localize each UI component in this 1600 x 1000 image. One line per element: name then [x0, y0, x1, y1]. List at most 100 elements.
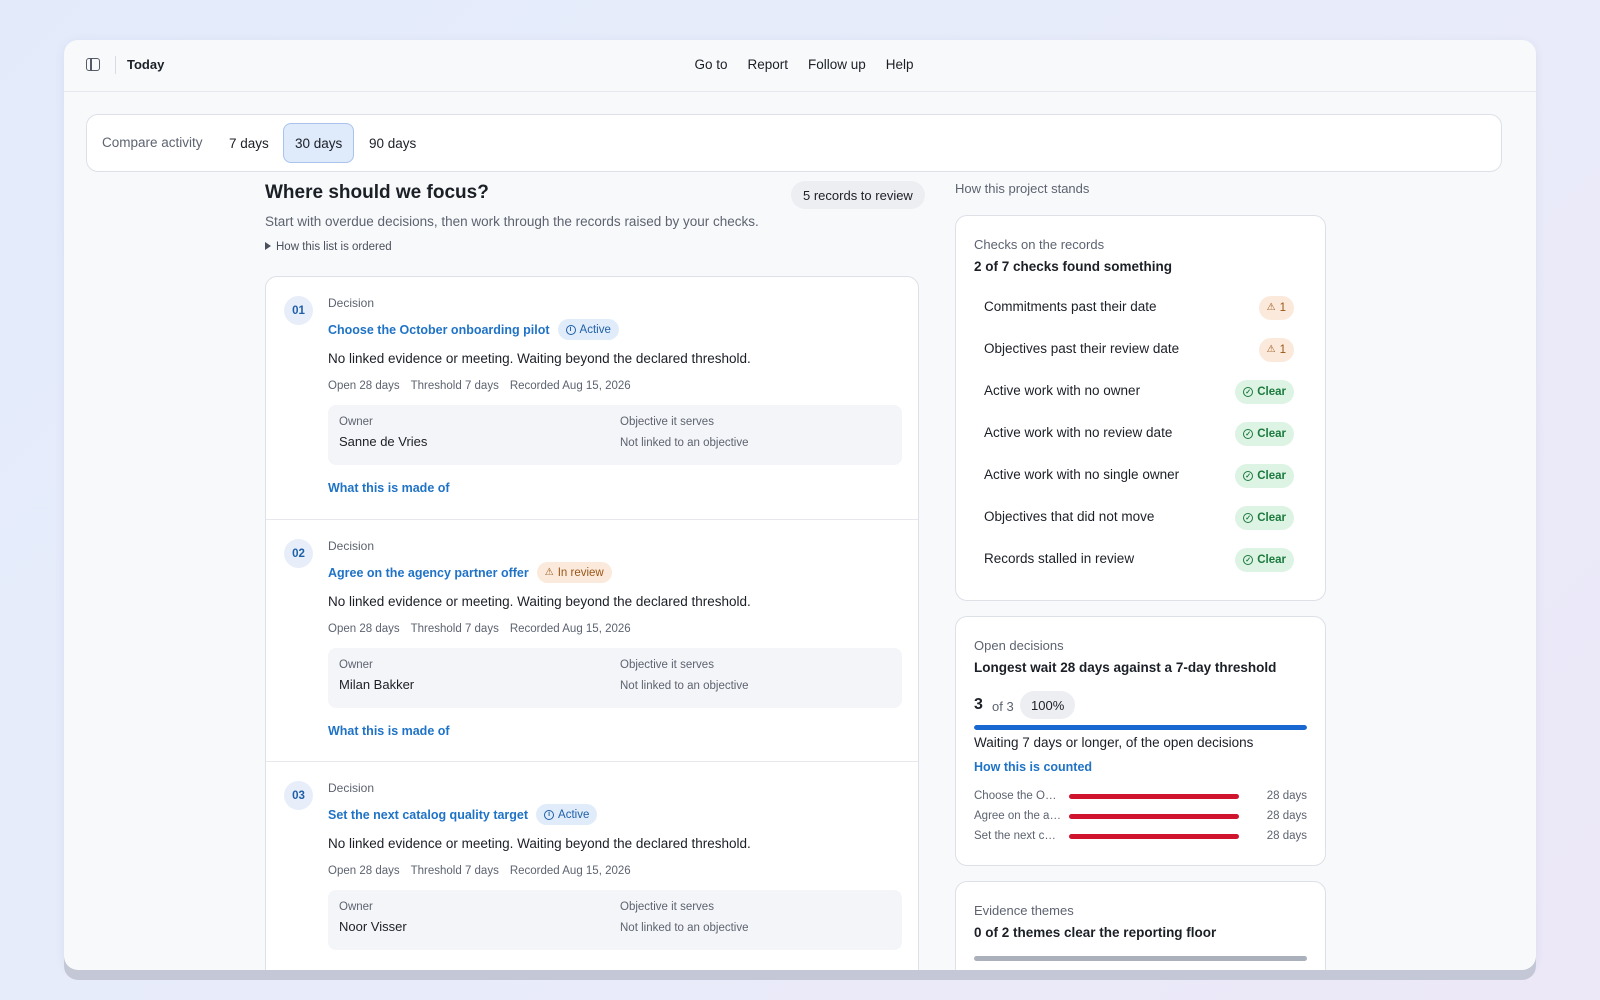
- owner-value: Milan Bakker: [339, 677, 415, 692]
- nav-help[interactable]: Help: [886, 57, 914, 72]
- check-badge-value: 1: [1279, 302, 1286, 314]
- item-kind: Decision: [328, 781, 375, 795]
- item-number: 01: [284, 296, 313, 325]
- status-badge: i Active: [557, 319, 619, 340]
- decisions-of-total: of 3: [992, 699, 1014, 714]
- check-row[interactable]: Active work with no single owner ✓ Clear: [984, 464, 1294, 488]
- list-item: 02 Decision Agree on the agency partner …: [266, 519, 918, 761]
- status-badge: ⚠ In review: [536, 562, 612, 583]
- check-badge: ⚠ 1: [1258, 338, 1294, 362]
- check-row[interactable]: Active work with no owner ✓ Clear: [984, 380, 1294, 404]
- check-badge-value: Clear: [1257, 428, 1286, 440]
- wait-bar-name: Set the next catalog quality target: [974, 830, 1062, 842]
- info-icon: i: [544, 809, 555, 820]
- order-toggle-label: How this list is ordered: [276, 241, 392, 253]
- wait-bar-fill: [1069, 794, 1239, 799]
- objective-value: Not linked to an objective: [620, 680, 749, 692]
- item-meta: Open 28 days Threshold 7 days Recorded A…: [328, 623, 631, 635]
- item-detail-panel: Owner Milan Bakker Objective it serves N…: [328, 648, 902, 708]
- compare-label: Compare activity: [102, 135, 203, 150]
- check-circle-icon: ✓: [1243, 471, 1254, 481]
- checks-label: Checks on the records: [974, 237, 1105, 252]
- owner-label: Owner: [339, 416, 373, 428]
- focus-title: Where should we focus?: [265, 182, 489, 203]
- check-badge: ⚠ 1: [1258, 296, 1294, 320]
- nav-go-to[interactable]: Go to: [694, 57, 727, 72]
- item-detail-panel: Owner Noor Visser Objective it serves No…: [328, 890, 902, 950]
- what-this-is-made-of-link[interactable]: What this is made of: [328, 481, 450, 495]
- check-badge-value: Clear: [1257, 512, 1286, 524]
- item-title-link[interactable]: Agree on the agency partner offer: [328, 566, 529, 580]
- meta-open: Open 28 days: [328, 623, 400, 635]
- meta-threshold: Threshold 7 days: [410, 623, 499, 635]
- check-row[interactable]: Commitments past their date ⚠ 1: [984, 296, 1294, 320]
- decisions-percent: 100%: [1020, 691, 1076, 719]
- wait-bar-name: Choose the October onboarding pilot: [974, 790, 1062, 802]
- info-icon: i: [565, 324, 576, 335]
- wait-bar-name: Agree on the agency partner offer: [974, 810, 1062, 822]
- objective-value: Not linked to an objective: [620, 922, 749, 934]
- wait-bar-fill: [1069, 814, 1239, 819]
- nav-report[interactable]: Report: [747, 57, 788, 72]
- item-number: 03: [284, 781, 313, 810]
- wait-bar-track: [1069, 834, 1239, 839]
- check-name: Records stalled in review: [984, 551, 1135, 566]
- owner-label: Owner: [339, 901, 373, 913]
- wait-bar-row: Choose the October onboarding pilot 28 d…: [974, 790, 1307, 804]
- item-description: No linked evidence or meeting. Waiting b…: [328, 836, 751, 851]
- what-this-is-made-of-link[interactable]: What this is made of: [328, 724, 450, 738]
- period-30-days[interactable]: 30 days: [283, 123, 355, 163]
- checks-card: Checks on the records 2 of 7 checks foun…: [955, 215, 1326, 601]
- owner-value: Noor Visser: [339, 919, 407, 934]
- item-number: 02: [284, 539, 313, 568]
- check-badge: ✓ Clear: [1235, 506, 1294, 530]
- wait-bar-value: 28 days: [1266, 790, 1307, 802]
- focus-subtitle: Start with overdue decisions, then work …: [265, 214, 759, 229]
- meta-threshold: Threshold 7 days: [410, 865, 499, 877]
- check-row[interactable]: Objectives past their review date ⚠ 1: [984, 338, 1294, 362]
- objective-label: Objective it serves: [620, 901, 714, 913]
- check-badge-value: 1: [1279, 344, 1286, 356]
- wait-bar-row: Agree on the agency partner offer 28 day…: [974, 810, 1307, 824]
- check-row[interactable]: Objectives that did not move ✓ Clear: [984, 506, 1294, 530]
- check-name: Active work with no owner: [984, 383, 1141, 398]
- item-title-link[interactable]: Choose the October onboarding pilot: [328, 323, 550, 337]
- objective-label: Objective it serves: [620, 416, 714, 428]
- stands-title: How this project stands: [955, 181, 1090, 196]
- meta-open: Open 28 days: [328, 865, 400, 877]
- check-badge-value: Clear: [1257, 470, 1286, 482]
- period-90-days[interactable]: 90 days: [358, 123, 427, 163]
- check-row[interactable]: Active work with no review date ✓ Clear: [984, 422, 1294, 446]
- item-kind: Decision: [328, 539, 375, 553]
- decisions-progress-fill: [974, 725, 1307, 730]
- check-circle-icon: ✓: [1243, 387, 1254, 397]
- check-badge: ✓ Clear: [1235, 464, 1294, 488]
- order-toggle[interactable]: How this list is ordered: [265, 241, 392, 253]
- meta-recorded: Recorded Aug 15, 2026: [509, 380, 631, 392]
- list-item: 03 Decision Set the next catalog quality…: [266, 761, 918, 970]
- item-description: No linked evidence or meeting. Waiting b…: [328, 351, 751, 366]
- item-title-row: Agree on the agency partner offer ⚠ In re…: [328, 562, 612, 583]
- meta-threshold: Threshold 7 days: [410, 380, 499, 392]
- check-badge: ✓ Clear: [1235, 548, 1294, 572]
- records-badge: 5 records to review: [791, 181, 925, 209]
- wait-bar-track: [1069, 794, 1239, 799]
- how-counted-link[interactable]: How this is counted: [974, 760, 1092, 774]
- owner-value: Sanne de Vries: [339, 434, 428, 449]
- period-7-days[interactable]: 7 days: [218, 123, 280, 163]
- check-badge: ✓ Clear: [1235, 380, 1294, 404]
- item-kind: Decision: [328, 296, 375, 310]
- check-name: Commitments past their date: [984, 299, 1157, 314]
- check-circle-icon: ✓: [1243, 555, 1254, 565]
- check-circle-icon: ✓: [1243, 513, 1254, 523]
- meta-recorded: Recorded Aug 15, 2026: [509, 623, 631, 635]
- meta-recorded: Recorded Aug 15, 2026: [509, 865, 631, 877]
- nav-follow-up[interactable]: Follow up: [808, 57, 866, 72]
- check-row[interactable]: Records stalled in review ✓ Clear: [984, 548, 1294, 572]
- item-title-link[interactable]: Set the next catalog quality target: [328, 808, 528, 822]
- item-title-row: Choose the October onboarding pilot i Act…: [328, 319, 619, 340]
- item-title-row: Set the next catalog quality target i Act…: [328, 804, 598, 825]
- status-label: In review: [557, 566, 604, 579]
- meta-open: Open 28 days: [328, 380, 400, 392]
- status-badge: i Active: [536, 804, 598, 825]
